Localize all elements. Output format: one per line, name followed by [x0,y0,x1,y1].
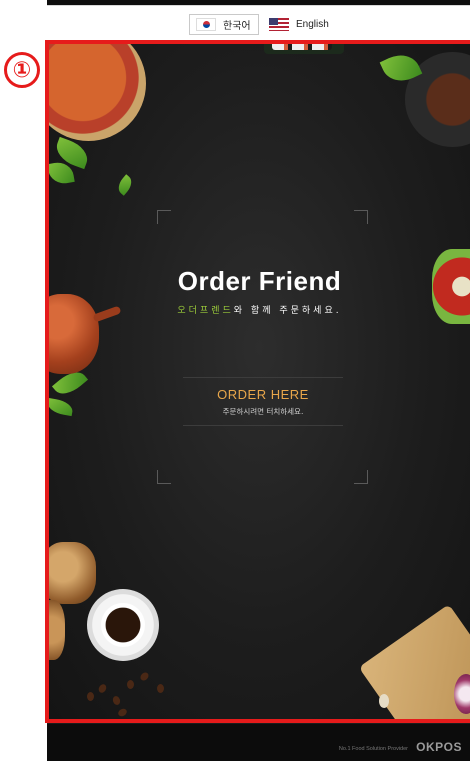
annotation-marker: ① [4,52,40,88]
language-korean-button[interactable]: 한국어 [189,14,259,35]
us-flag-icon [269,18,289,31]
coffee-bean-image [138,670,151,683]
okpos-logo: OKPOS [416,740,462,754]
korea-flag-icon [196,18,216,31]
coffee-bean-image [116,707,129,718]
frame-corner [354,210,368,224]
brand-subtitle: 오더프렌드와 함께 주문하세요. [49,303,470,316]
language-english-button[interactable]: English [267,14,337,35]
coffee-cup-image [101,603,145,647]
coffee-bean-image [111,695,122,706]
footer-tagline: No.1 Food Solution Provider [338,746,408,752]
language-bar: 한국어 English [47,5,470,42]
order-here-button[interactable]: ORDER HERE 주문하시려면 터치하세요. [183,377,343,426]
language-english-label: English [296,19,329,30]
frame-corner [157,470,171,484]
coffee-bean-image [97,682,108,695]
pizza-image [49,44,146,141]
language-korean-label: 한국어 [223,21,251,32]
brand-title: Order Friend [177,266,342,296]
coffee-bean-image [87,692,94,701]
leaf-image [49,397,75,417]
leaf-image [114,174,136,196]
brand-subtitle-accent: 오더프렌드 [177,306,234,316]
sushi-image [264,44,344,54]
bread-image [49,600,65,660]
coffee-bean-image [157,684,164,693]
order-here-hint: 주문하시려면 터치하세요. [222,407,304,416]
frame-corner [354,470,368,484]
bread-image [49,542,96,604]
footer-bar: No.1 Food Solution Provider OKPOS [47,723,470,761]
cutting-board-image [358,604,470,719]
start-screen[interactable]: Order Friend 오더프렌드와 함께 주문하세요. ORDER HERE… [45,40,470,723]
coffee-bean-image [127,680,134,689]
garlic-image [379,694,389,708]
frame-corner [157,210,171,224]
order-here-label: ORDER HERE [217,387,309,402]
brand-subtitle-rest: 와 함께 주문하세요. [233,306,342,316]
